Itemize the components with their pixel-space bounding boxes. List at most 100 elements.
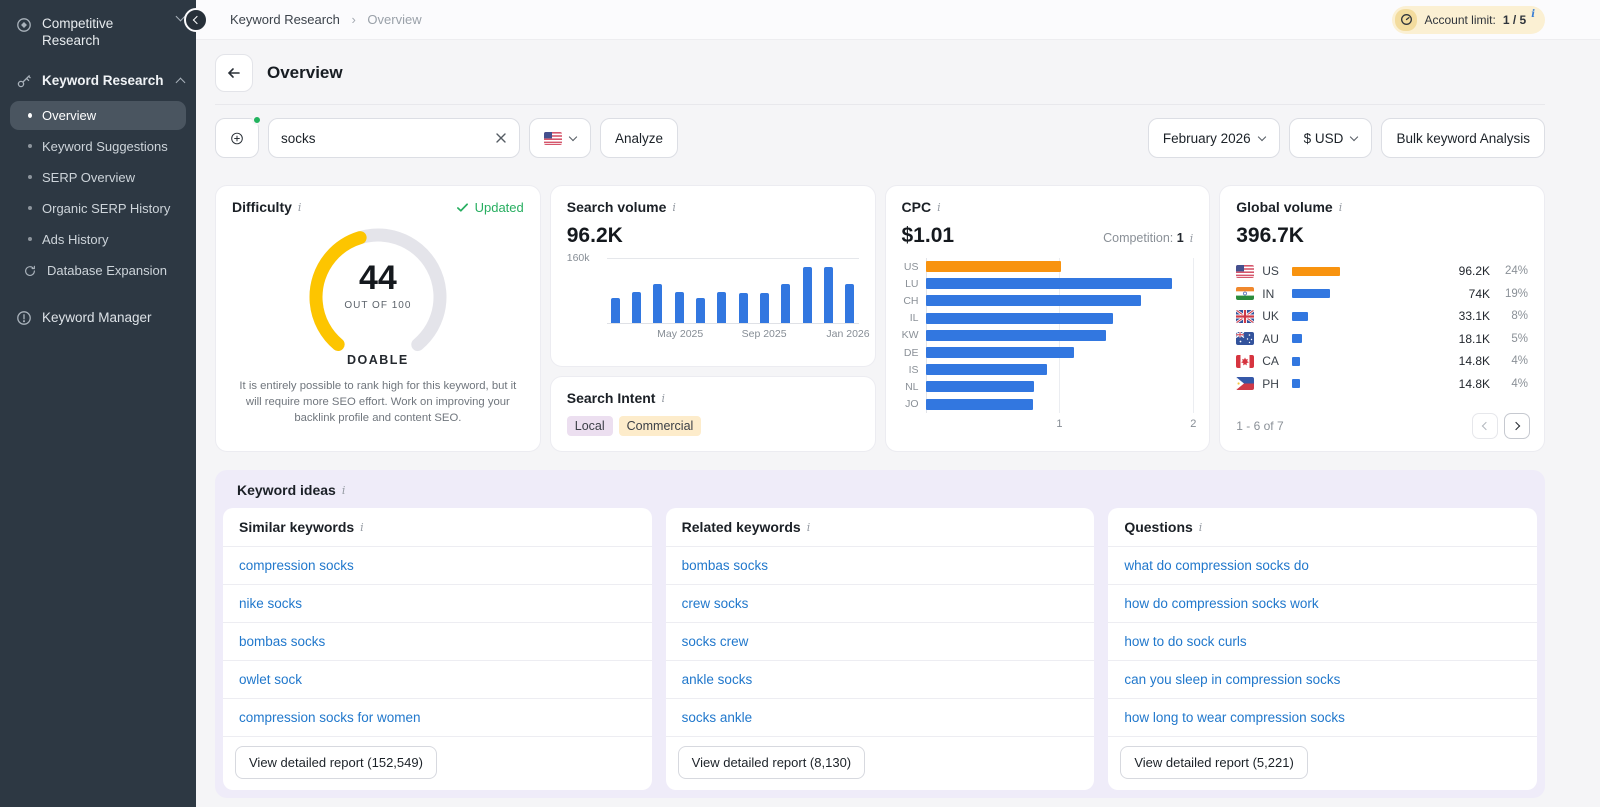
currency-label: $ USD	[1303, 130, 1344, 146]
country-volume-row: UK 33.1K 8%	[1236, 305, 1528, 328]
sidebar-item-serp-overview[interactable]: SERP Overview	[10, 163, 186, 192]
cpc-bar	[925, 347, 1075, 359]
info-icon[interactable]: i	[1190, 232, 1194, 245]
country-label: IS	[908, 363, 919, 376]
volume-bar	[824, 266, 834, 323]
keyword-link[interactable]: ankle socks	[665, 661, 1095, 699]
info-icon[interactable]: i	[342, 484, 346, 497]
cpc-country-row: KW	[902, 327, 1194, 344]
volume-bar	[760, 292, 770, 323]
sidebar-item-database-expansion[interactable]: Database Expansion	[10, 256, 186, 285]
global-volume-card: Global volume i 396.7K US 96.2K 24% IN 74K 19%…	[1219, 185, 1545, 452]
sidebar-item-organic-serp-history[interactable]: Organic SERP History	[10, 194, 186, 223]
currency-select[interactable]: $ USD	[1288, 118, 1373, 158]
info-icon[interactable]: i	[1199, 521, 1203, 534]
bulk-analysis-button[interactable]: Bulk keyword Analysis	[1381, 118, 1545, 158]
country-code: IN	[1262, 286, 1275, 301]
period-select[interactable]: February 2026	[1147, 118, 1280, 158]
chevron-right-icon	[1511, 421, 1521, 431]
info-icon[interactable]: i	[672, 201, 676, 214]
check-icon	[456, 202, 468, 212]
difficulty-score: 44	[358, 259, 397, 297]
top-bar: Keyword Research › Overview Account limi…	[196, 0, 1600, 40]
cpc-country-row: IS	[902, 361, 1194, 378]
clear-icon[interactable]	[495, 132, 507, 144]
breadcrumb-separator: ›	[351, 12, 356, 27]
keyword-link[interactable]: how to do sock curls	[1108, 623, 1537, 661]
keyword-link[interactable]: bombas socks	[223, 623, 652, 661]
x-axis-label: 2	[1190, 417, 1197, 430]
view-detailed-report-button[interactable]: View detailed report (152,549)	[235, 746, 437, 779]
volume-bar	[1292, 266, 1341, 276]
keyword-link[interactable]: nike socks	[223, 585, 652, 623]
sidebar-item-overview[interactable]: Overview	[10, 100, 186, 130]
gridline	[1193, 258, 1195, 413]
volume-bar	[653, 284, 663, 323]
breadcrumb-current: Overview	[367, 12, 422, 27]
volume-percent: 19%	[1504, 287, 1528, 300]
info-icon[interactable]: i	[807, 521, 811, 534]
sidebar-item-ads-history[interactable]: Ads History	[10, 225, 186, 254]
view-detailed-report-button[interactable]: View detailed report (8,130)	[677, 746, 866, 779]
keyword-link[interactable]: how long to wear compression socks	[1108, 699, 1537, 737]
keyword-link[interactable]: crew socks	[665, 585, 1095, 623]
country-select[interactable]	[529, 118, 591, 158]
volume-bar	[717, 291, 727, 323]
volume-bar	[674, 291, 684, 323]
breadcrumb-parent[interactable]: Keyword Research	[230, 12, 340, 27]
volume-bar	[610, 297, 620, 323]
cpc-bar	[925, 398, 1033, 410]
info-icon[interactable]: i	[298, 201, 302, 214]
chevron-down-icon	[1257, 132, 1266, 142]
cpc-bar	[925, 312, 1113, 324]
keyword-link[interactable]: socks ankle	[665, 699, 1095, 737]
volume-percent: 4%	[1511, 355, 1528, 368]
info-icon[interactable]: i	[937, 201, 941, 214]
page-header: Overview	[215, 52, 1545, 105]
analyze-button[interactable]: Analyze	[600, 118, 679, 158]
volume-bar	[1292, 379, 1301, 389]
sidebar-item-competitive-research[interactable]: Competitive Research	[0, 0, 196, 58]
keyword-link[interactable]: can you sleep in compression socks	[1108, 661, 1537, 699]
keyword-link[interactable]: compression socks	[223, 547, 652, 585]
sidebar-item-keyword-suggestions[interactable]: Keyword Suggestions	[10, 132, 186, 161]
keyword-link[interactable]: how do compression socks work	[1108, 585, 1537, 623]
sidebar-collapse-button[interactable]	[184, 8, 208, 32]
keyword-search-field[interactable]	[268, 118, 520, 158]
keyword-link[interactable]: what do compression socks do	[1108, 547, 1537, 585]
intent-tag-local: Local	[566, 416, 613, 436]
keyword-link[interactable]: socks crew	[665, 623, 1095, 661]
bullet-icon	[28, 237, 32, 242]
country-code: PH	[1262, 376, 1279, 391]
target-icon	[16, 17, 32, 33]
expansion-icon	[23, 264, 37, 278]
keyword-link[interactable]: compression socks for women	[223, 699, 652, 737]
next-page-button[interactable]	[1504, 413, 1530, 439]
volume-bar	[781, 284, 791, 323]
country-label: LU	[905, 277, 919, 290]
volume-bar	[1292, 311, 1309, 321]
sidebar-item-keyword-manager[interactable]: Keyword Manager	[0, 293, 196, 334]
sidebar-item-keyword-research[interactable]: Keyword Research	[0, 58, 196, 97]
info-icon[interactable]: i	[661, 392, 665, 405]
info-icon[interactable]: i	[1339, 201, 1343, 214]
keyword-link[interactable]: owlet sock	[223, 661, 652, 699]
in-flag-icon	[1236, 287, 1255, 301]
difficulty-description: It is entirely possible to rank high for…	[239, 380, 517, 424]
sidebar-item-label: Keyword Suggestions	[42, 138, 168, 154]
view-detailed-report-button[interactable]: View detailed report (5,221)	[1120, 746, 1308, 779]
info-icon[interactable]: i	[1531, 9, 1535, 20]
global-volume-value: 396.7K	[1236, 224, 1304, 247]
info-icon[interactable]: i	[360, 521, 364, 534]
country-volume-row: CA 14.8K 4%	[1236, 350, 1528, 373]
bullet-icon	[28, 144, 32, 149]
volume-value: 33.1K	[1458, 309, 1490, 324]
back-button[interactable]	[215, 54, 253, 92]
keyword-link[interactable]: bombas socks	[665, 547, 1095, 585]
prev-page-button[interactable]	[1472, 413, 1498, 439]
add-keyword-button[interactable]	[215, 115, 262, 158]
volume-percent: 8%	[1511, 310, 1528, 323]
search-input[interactable]	[281, 130, 487, 146]
card-title: Related keywords i	[665, 508, 1095, 547]
toolbar-right: February 2026 $ USD Bulk keyword Analysi…	[1147, 118, 1545, 158]
